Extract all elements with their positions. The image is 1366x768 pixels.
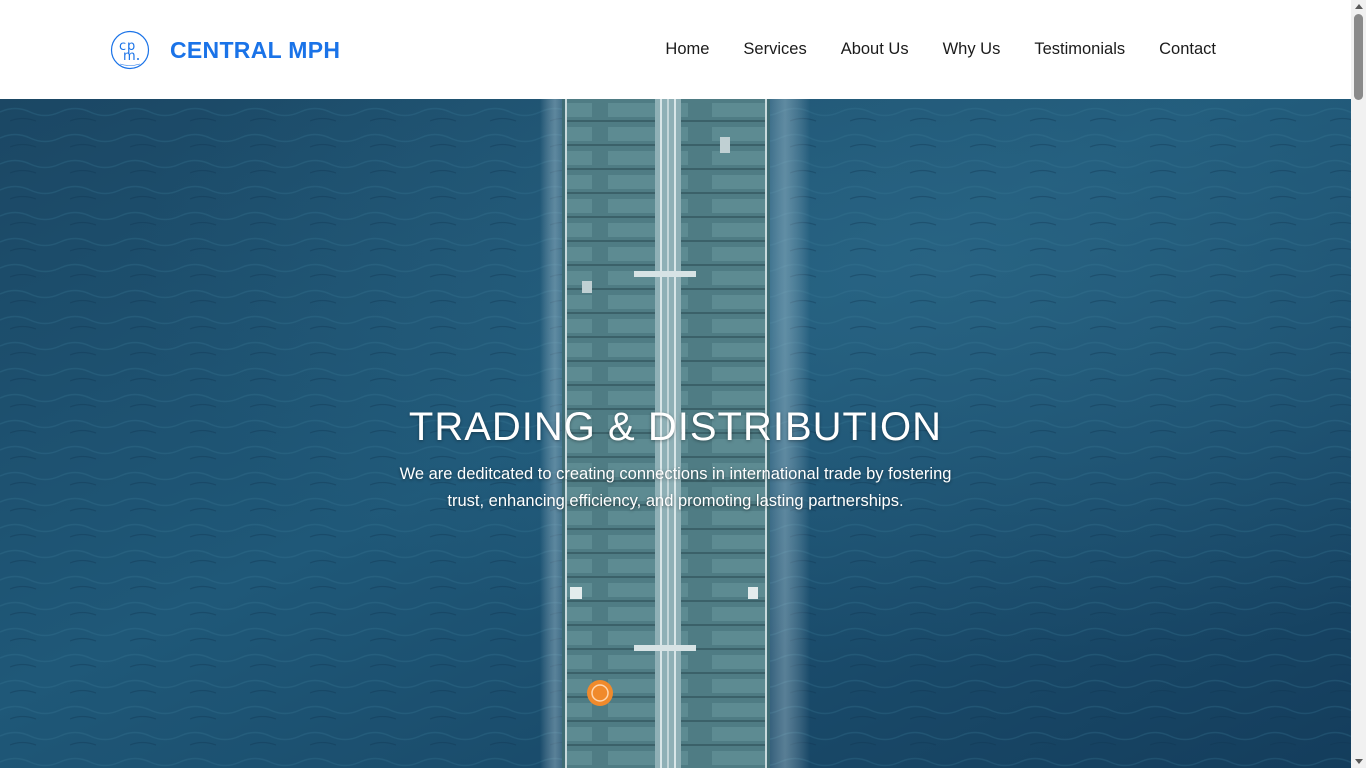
- site-header: c p m CENTRAL MPH Home Services About Us…: [0, 0, 1351, 99]
- hero-description: We are deditcated to creating connection…: [399, 465, 952, 510]
- svg-text:m: m: [123, 49, 136, 64]
- nav-services-link[interactable]: Services: [743, 38, 806, 60]
- main-nav: Home Services About Us Why Us Testimonia…: [665, 38, 1216, 60]
- cpm-logo-icon: c p m: [110, 30, 150, 70]
- home-logo-link[interactable]: c p m CENTRAL MPH: [110, 29, 340, 71]
- page-scrollbar[interactable]: [1351, 0, 1366, 768]
- nav-contact-link[interactable]: Contact: [1159, 38, 1216, 60]
- nav-home-link[interactable]: Home: [665, 38, 709, 60]
- hero-section: TRADING & DISTRIBUTION We are deditcated…: [0, 99, 1351, 768]
- scroll-down-arrow-icon[interactable]: [1355, 759, 1363, 764]
- brand-name: CENTRAL MPH: [170, 36, 341, 63]
- scroll-up-arrow-icon[interactable]: [1355, 4, 1363, 9]
- nav-about-us-link[interactable]: About Us: [841, 38, 909, 60]
- nav-testimonials-link[interactable]: Testimonials: [1034, 38, 1125, 60]
- scrollbar-thumb[interactable]: [1354, 14, 1363, 100]
- hero-content: TRADING & DISTRIBUTION We are deditcated…: [0, 399, 1351, 515]
- nav-why-us-link[interactable]: Why Us: [943, 38, 1001, 60]
- hero-title: TRADING & DISTRIBUTION: [408, 405, 943, 449]
- page: c p m CENTRAL MPH Home Services About Us…: [0, 0, 1366, 768]
